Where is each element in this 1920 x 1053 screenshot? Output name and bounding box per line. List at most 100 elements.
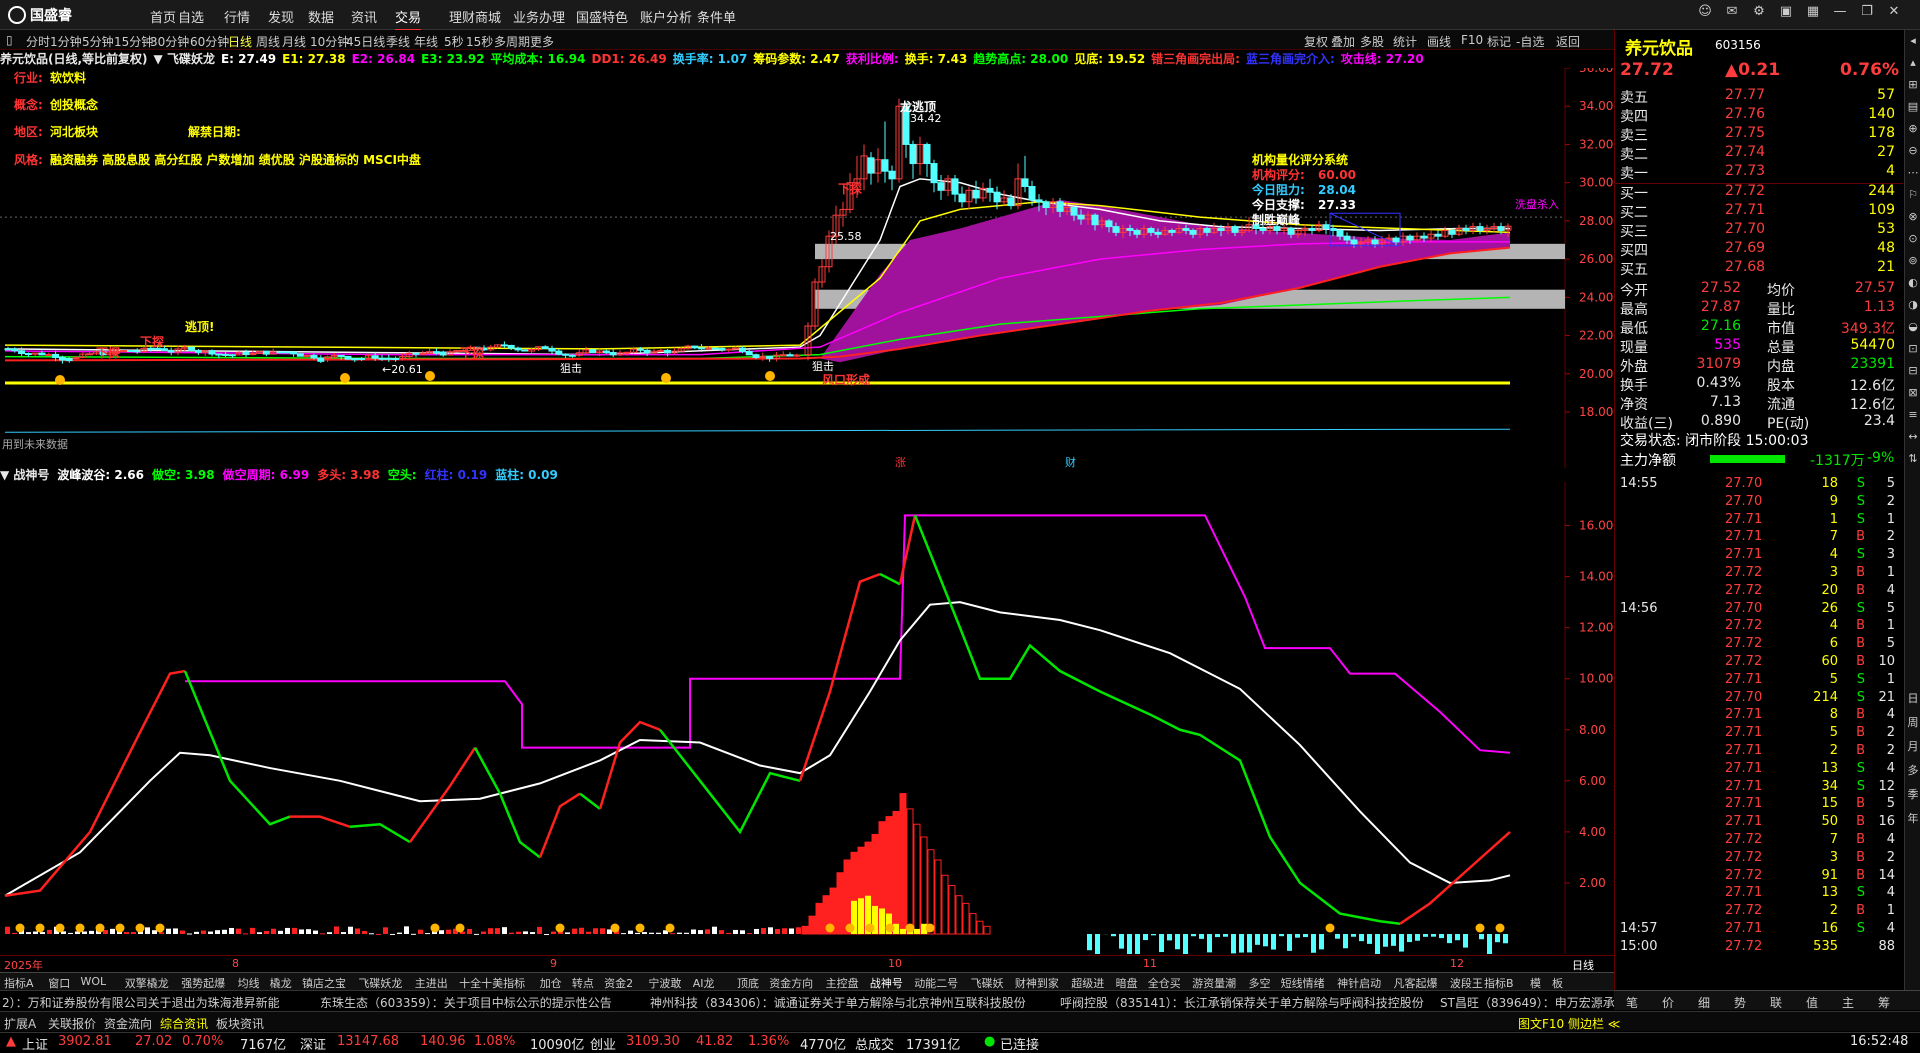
zhanshen-indicator-chart[interactable]: 16.0014.0012.0010.008.006.004.002.00 <box>0 482 1614 954</box>
indicator-tab[interactable]: 神针启动 <box>1337 975 1381 991</box>
tick-row[interactable]: 27.711S1 <box>1615 512 1903 530</box>
side-period-button[interactable]: 年 <box>1906 810 1920 826</box>
quote-tab[interactable]: 联 <box>1770 994 1782 1011</box>
side-tool-icon[interactable]: ▴ <box>1906 56 1920 69</box>
news-item[interactable]: 神州科技（834306）：诚通证券关于单方解除与北京神州互联科技股份 <box>650 994 1026 1010</box>
tick-row[interactable]: 14:5527.7018S5 <box>1615 476 1903 494</box>
indicator-tab[interactable]: 主进出 <box>415 975 448 991</box>
maximize-button[interactable]: ❐ <box>1856 4 1878 24</box>
period-button[interactable]: 10分钟 <box>310 33 349 50</box>
side-period-button[interactable]: 多 <box>1906 762 1920 778</box>
side-tool-icon[interactable]: ≡ <box>1906 408 1920 421</box>
quote-tab[interactable]: 势 <box>1734 994 1746 1011</box>
indicator-tab-right[interactable]: 模 <box>1530 975 1541 991</box>
minute-toggle-icon[interactable]: ▯ <box>6 33 13 47</box>
indicator-tab-right[interactable]: 指标B <box>1484 975 1514 991</box>
side-tool-icon[interactable]: ▤ <box>1906 100 1920 113</box>
tick-row[interactable]: 27.718B4 <box>1615 707 1903 725</box>
side-tool-icon[interactable]: ⇅ <box>1906 452 1920 465</box>
side-tool-icon[interactable]: ⊗ <box>1906 210 1920 223</box>
indicator-tab[interactable]: 暗盘 <box>1116 975 1138 991</box>
quote-tab[interactable]: 笔 <box>1626 994 1638 1011</box>
toolbar-button[interactable]: 叠加 <box>1331 33 1355 50</box>
period-button[interactable]: 多周期 <box>494 33 530 50</box>
side-tool-icon[interactable]: ⋯ <box>1906 166 1920 179</box>
indicator-tab[interactable]: 财神到家 <box>1015 975 1059 991</box>
app-logo[interactable]: 国盛睿 <box>8 5 72 25</box>
toolbar-button[interactable]: -自选 <box>1516 33 1544 50</box>
tick-row[interactable]: 27.714S3 <box>1615 547 1903 565</box>
side-tool-icon[interactable]: ⊖ <box>1906 144 1920 157</box>
indicator-tab[interactable]: 资金方向 <box>769 975 813 991</box>
tick-row[interactable]: 27.722B1 <box>1615 903 1903 921</box>
side-tool-icon[interactable]: ⊠ <box>1906 386 1920 399</box>
grid-icon[interactable]: ▦ <box>1802 4 1824 24</box>
settings-icon[interactable]: ⚙ <box>1748 4 1770 24</box>
toolbar-button[interactable]: F10 <box>1461 33 1483 47</box>
toolbar-button[interactable]: 多股 <box>1360 33 1384 50</box>
skin-icon[interactable]: ▣ <box>1775 4 1797 24</box>
news-tab[interactable]: 扩展A <box>4 1015 36 1032</box>
indicator-tab[interactable]: 主控盘 <box>826 975 859 991</box>
indicator-tab[interactable]: 宁波敢 <box>648 975 681 991</box>
tick-row[interactable]: 14:5627.7026S5 <box>1615 601 1903 619</box>
tick-row[interactable]: 27.724B1 <box>1615 618 1903 636</box>
indicator-tab[interactable]: 短线情绪 <box>1281 975 1325 991</box>
close-button[interactable]: ✕ <box>1883 4 1905 24</box>
menu-item[interactable]: 自选 <box>178 7 204 26</box>
period-button[interactable]: 5秒 <box>444 33 464 50</box>
menu-item[interactable]: 国盛特色 <box>576 7 628 26</box>
indicator-tab[interactable]: 强势起爆 <box>181 975 225 991</box>
indicator-tab[interactable]: 顶底 <box>737 975 759 991</box>
side-tool-icon[interactable]: ◂ <box>1906 34 1920 47</box>
mail-icon[interactable]: ✉ <box>1721 4 1743 24</box>
tick-row[interactable]: 27.727B4 <box>1615 832 1903 850</box>
side-tool-icon[interactable]: ◒ <box>1906 320 1920 333</box>
tick-row[interactable]: 27.717B2 <box>1615 529 1903 547</box>
news-tab[interactable]: 板块资讯 <box>216 1015 264 1032</box>
indicator-tab[interactable]: 全仓买 <box>1148 975 1181 991</box>
period-button[interactable]: 30分钟 <box>150 33 189 50</box>
quote-tab[interactable]: 价 <box>1662 994 1674 1011</box>
tick-row[interactable]: 27.7260B10 <box>1615 654 1903 672</box>
news-item[interactable]: 呼阀控股（835141）：长江承销保荐关于单方解除与呼阀科技控股份 <box>1060 994 1424 1010</box>
period-button[interactable]: 周线 <box>256 33 280 50</box>
tick-row[interactable]: 27.7115B5 <box>1615 796 1903 814</box>
side-tool-icon[interactable]: ⊡ <box>1906 342 1920 355</box>
indicator-tab[interactable]: 均线 <box>238 975 260 991</box>
side-tool-icon[interactable]: ⊞ <box>1906 78 1920 91</box>
toolbar-button[interactable]: 标记 <box>1487 33 1511 50</box>
indicator-tab[interactable]: WOL <box>81 975 107 988</box>
period-button[interactable]: 15秒 <box>466 33 493 50</box>
menu-item[interactable]: 发现 <box>268 7 294 26</box>
side-tool-icon[interactable]: ◐ <box>1906 276 1920 289</box>
quote-tab[interactable]: 筹 <box>1878 994 1890 1011</box>
side-tool-icon[interactable]: ⊟ <box>1906 364 1920 377</box>
indicator-tab-right[interactable]: 板 <box>1552 975 1563 991</box>
news-tab[interactable]: 关联报价 <box>48 1015 96 1032</box>
toolbar-button[interactable]: 复权 <box>1304 33 1328 50</box>
menu-item[interactable]: 数据 <box>308 7 334 26</box>
tick-row[interactable]: 27.712B2 <box>1615 743 1903 761</box>
tick-row[interactable]: 27.723B1 <box>1615 565 1903 583</box>
tick-row[interactable]: 27.723B2 <box>1615 850 1903 868</box>
period-button[interactable]: 5分钟 <box>82 33 114 50</box>
menu-item[interactable]: 业务办理 <box>513 7 565 26</box>
quote-tab[interactable]: 主 <box>1842 994 1854 1011</box>
indicator-tab[interactable]: 转点 <box>572 975 594 991</box>
side-tool-icon[interactable]: ⊙ <box>1906 232 1920 245</box>
indicator-tab[interactable]: 双擎橇龙 <box>125 975 169 991</box>
minimize-button[interactable]: — <box>1829 4 1851 24</box>
indicator-tab[interactable]: 橇龙 <box>270 975 292 991</box>
indicator-tab[interactable]: 飞碟妖龙 <box>358 975 402 991</box>
quote-tab[interactable]: 值 <box>1806 994 1818 1011</box>
indicator-tab[interactable]: 凡客起爆 <box>1394 975 1438 991</box>
tick-row[interactable]: 27.709S2 <box>1615 494 1903 512</box>
menu-item[interactable]: 理财商城 <box>449 7 501 26</box>
tick-row[interactable]: 15:0027.7253588 <box>1615 939 1903 957</box>
tick-row[interactable]: 27.7113S4 <box>1615 885 1903 903</box>
side-period-button[interactable]: 日 <box>1906 690 1920 706</box>
tick-row[interactable]: 27.726B5 <box>1615 636 1903 654</box>
tick-row[interactable]: 27.7134S12 <box>1615 779 1903 797</box>
indicator-tab[interactable]: 战神号 <box>870 975 903 991</box>
